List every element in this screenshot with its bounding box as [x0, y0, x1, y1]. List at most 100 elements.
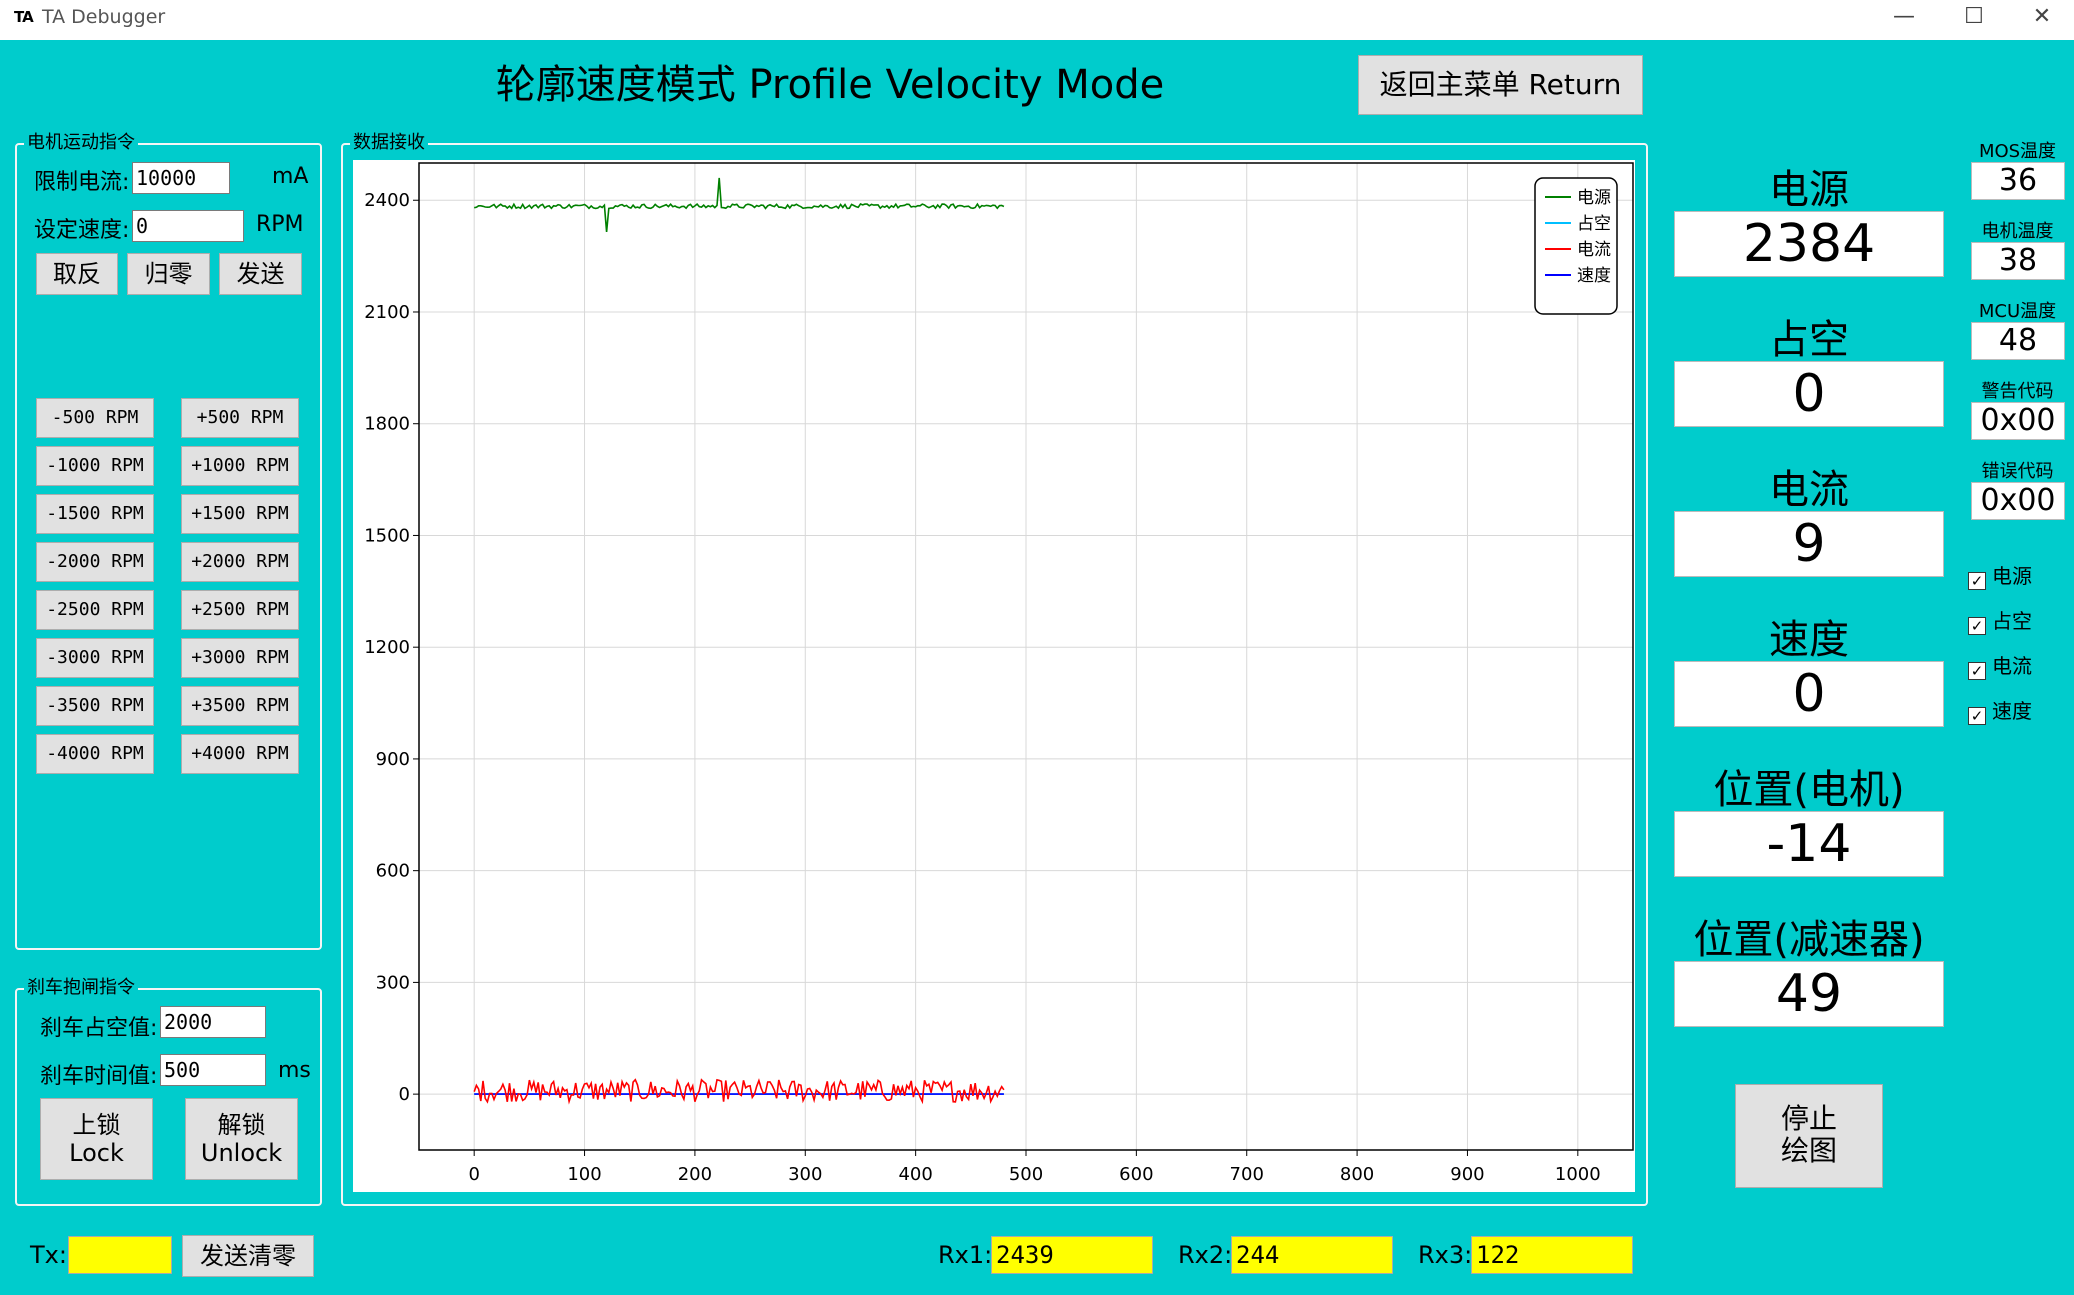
rx2-label: Rx2:	[1178, 1241, 1233, 1269]
rpm-minus-500-button[interactable]: -500 RPM	[36, 398, 154, 438]
rx2-field: 244	[1231, 1236, 1393, 1274]
brake-time-label: 刹车时间值:	[40, 1064, 158, 1089]
motor-position-label: 位置(电机)	[1713, 767, 1905, 813]
y-tick-label: 1500	[364, 525, 410, 546]
invert-button[interactable]: 取反	[36, 253, 118, 295]
rpm-plus-1000-button[interactable]: +1000 RPM	[181, 446, 299, 486]
brake-time-unit: ms	[278, 1058, 311, 1083]
data-chart: 0 100 200 300 400 500 600 700 800 900 1000 0 300 600 9…	[353, 160, 1635, 1192]
rpm-plus-3500-button[interactable]: +3500 RPM	[181, 686, 299, 726]
y-tick-label: 1800	[364, 414, 410, 435]
checkbox-duty[interactable]: ✓ 占空	[1968, 608, 2074, 635]
error-code-label: 错误代码	[1981, 461, 2054, 482]
minimize-button[interactable]: —	[1874, 0, 1934, 36]
close-button[interactable]: ✕	[2012, 0, 2072, 36]
rpm-minus-4000-button[interactable]: -4000 RPM	[36, 734, 154, 774]
rx1-label: Rx1:	[938, 1241, 993, 1269]
checkbox-speed-box[interactable]: ✓	[1968, 707, 1986, 725]
return-button[interactable]: 返回主菜单 Return	[1358, 55, 1643, 115]
checkbox-power[interactable]: ✓ 电源	[1968, 563, 2074, 590]
zero-button[interactable]: 归零	[127, 253, 210, 295]
rpm-minus-3000-button[interactable]: -3000 RPM	[36, 638, 154, 678]
stop-plot-label-1: 停止	[1780, 1102, 1837, 1135]
checkbox-power-box[interactable]: ✓	[1968, 572, 1986, 590]
rpm-plus-2000-button[interactable]: +2000 RPM	[181, 542, 299, 582]
rpm-plus-3000-button[interactable]: +3000 RPM	[181, 638, 299, 678]
x-tick-label: 0	[468, 1164, 479, 1185]
rpm-minus-1000-button[interactable]: -1000 RPM	[36, 446, 154, 486]
motor-temp-label: 电机温度	[1981, 221, 2054, 242]
warning-code-value: 0x00	[1971, 402, 2065, 440]
warning-code-label: 警告代码	[1981, 381, 2054, 402]
y-tick-label: 2400	[364, 190, 410, 211]
checkbox-current-label: 电流	[1992, 654, 2032, 678]
rpm-minus-2000-button[interactable]: -2000 RPM	[36, 542, 154, 582]
app-logo: TA	[14, 8, 34, 26]
speed-value: 0	[1674, 661, 1944, 727]
data-group-label: 数据接收	[350, 133, 428, 153]
brake-duty-label: 刹车占空值:	[40, 1016, 158, 1041]
x-tick-label: 300	[788, 1164, 822, 1185]
speed-label: 设定速度:	[34, 218, 130, 243]
power-label: 电源	[1769, 167, 1849, 213]
maximize-button[interactable]: ☐	[1944, 0, 2004, 36]
legend-label: 电流	[1577, 240, 1611, 260]
tx-label: Tx:	[30, 1241, 67, 1269]
x-tick-label: 700	[1230, 1164, 1264, 1185]
send-button[interactable]: 发送	[219, 253, 302, 295]
unlock-button-label-en: Unlock	[200, 1139, 283, 1167]
chart-background	[353, 160, 1635, 1192]
rpm-minus-2500-button[interactable]: -2500 RPM	[36, 590, 154, 630]
lock-button-label-en: Lock	[69, 1139, 124, 1167]
current-value: 9	[1674, 511, 1944, 577]
y-tick-label: 0	[399, 1084, 410, 1105]
speed-value-label: 速度	[1769, 617, 1849, 663]
current-limit-input[interactable]: 10000	[132, 162, 230, 194]
checkbox-speed[interactable]: ✓ 速度	[1968, 698, 2074, 725]
page-title: 轮廓速度模式 Profile Velocity Mode	[495, 62, 1165, 108]
rx1-field: 2439	[991, 1236, 1153, 1274]
checkbox-power-label: 电源	[1992, 564, 2032, 588]
checkbox-current-box[interactable]: ✓	[1968, 662, 1986, 680]
reducer-position-value: 49	[1674, 961, 1944, 1027]
legend-label: 占空	[1577, 214, 1611, 234]
unlock-button-label-cn: 解锁	[217, 1111, 266, 1139]
rx3-label: Rx3:	[1418, 1241, 1473, 1269]
rpm-plus-1500-button[interactable]: +1500 RPM	[181, 494, 299, 534]
rpm-minus-1500-button[interactable]: -1500 RPM	[36, 494, 154, 534]
y-tick-label: 600	[376, 861, 410, 882]
x-tick-label: 400	[898, 1164, 932, 1185]
brake-group-label: 刹车抱闸指令	[24, 978, 138, 998]
legend-label: 速度	[1577, 266, 1611, 286]
tx-field	[68, 1236, 172, 1274]
lock-button[interactable]: 上锁 Lock	[40, 1098, 153, 1180]
duty-value: 0	[1674, 361, 1944, 427]
x-tick-label: 1000	[1555, 1164, 1601, 1185]
mcu-temp-value: 48	[1971, 322, 2065, 360]
rpm-plus-2500-button[interactable]: +2500 RPM	[181, 590, 299, 630]
y-tick-label: 1200	[364, 637, 410, 658]
mcu-temp-label: MCU温度	[1978, 301, 2057, 322]
x-tick-label: 900	[1450, 1164, 1484, 1185]
brake-time-input[interactable]: 500	[160, 1054, 266, 1086]
rpm-plus-500-button[interactable]: +500 RPM	[181, 398, 299, 438]
brake-duty-input[interactable]: 2000	[160, 1006, 266, 1038]
rpm-plus-4000-button[interactable]: +4000 RPM	[181, 734, 299, 774]
stop-plot-button[interactable]: 停止 绘图	[1735, 1084, 1883, 1188]
checkbox-duty-box[interactable]: ✓	[1968, 617, 1986, 635]
speed-input[interactable]: 0	[132, 210, 244, 242]
unlock-button[interactable]: 解锁 Unlock	[185, 1098, 298, 1180]
mos-temp-value: 36	[1971, 162, 2065, 200]
rpm-minus-3500-button[interactable]: -3500 RPM	[36, 686, 154, 726]
clear-tx-button[interactable]: 发送清零	[182, 1235, 314, 1277]
title-bar	[0, 0, 2074, 40]
power-value: 2384	[1674, 211, 1944, 277]
current-limit-label: 限制电流:	[34, 170, 130, 195]
stop-plot-label-2: 绘图	[1780, 1134, 1837, 1167]
x-tick-label: 500	[1009, 1164, 1043, 1185]
y-tick-label: 300	[376, 972, 410, 993]
speed-unit: RPM	[256, 212, 304, 237]
motor-temp-value: 38	[1971, 242, 2065, 280]
checkbox-current[interactable]: ✓ 电流	[1968, 653, 2074, 680]
x-tick-label: 100	[567, 1164, 601, 1185]
